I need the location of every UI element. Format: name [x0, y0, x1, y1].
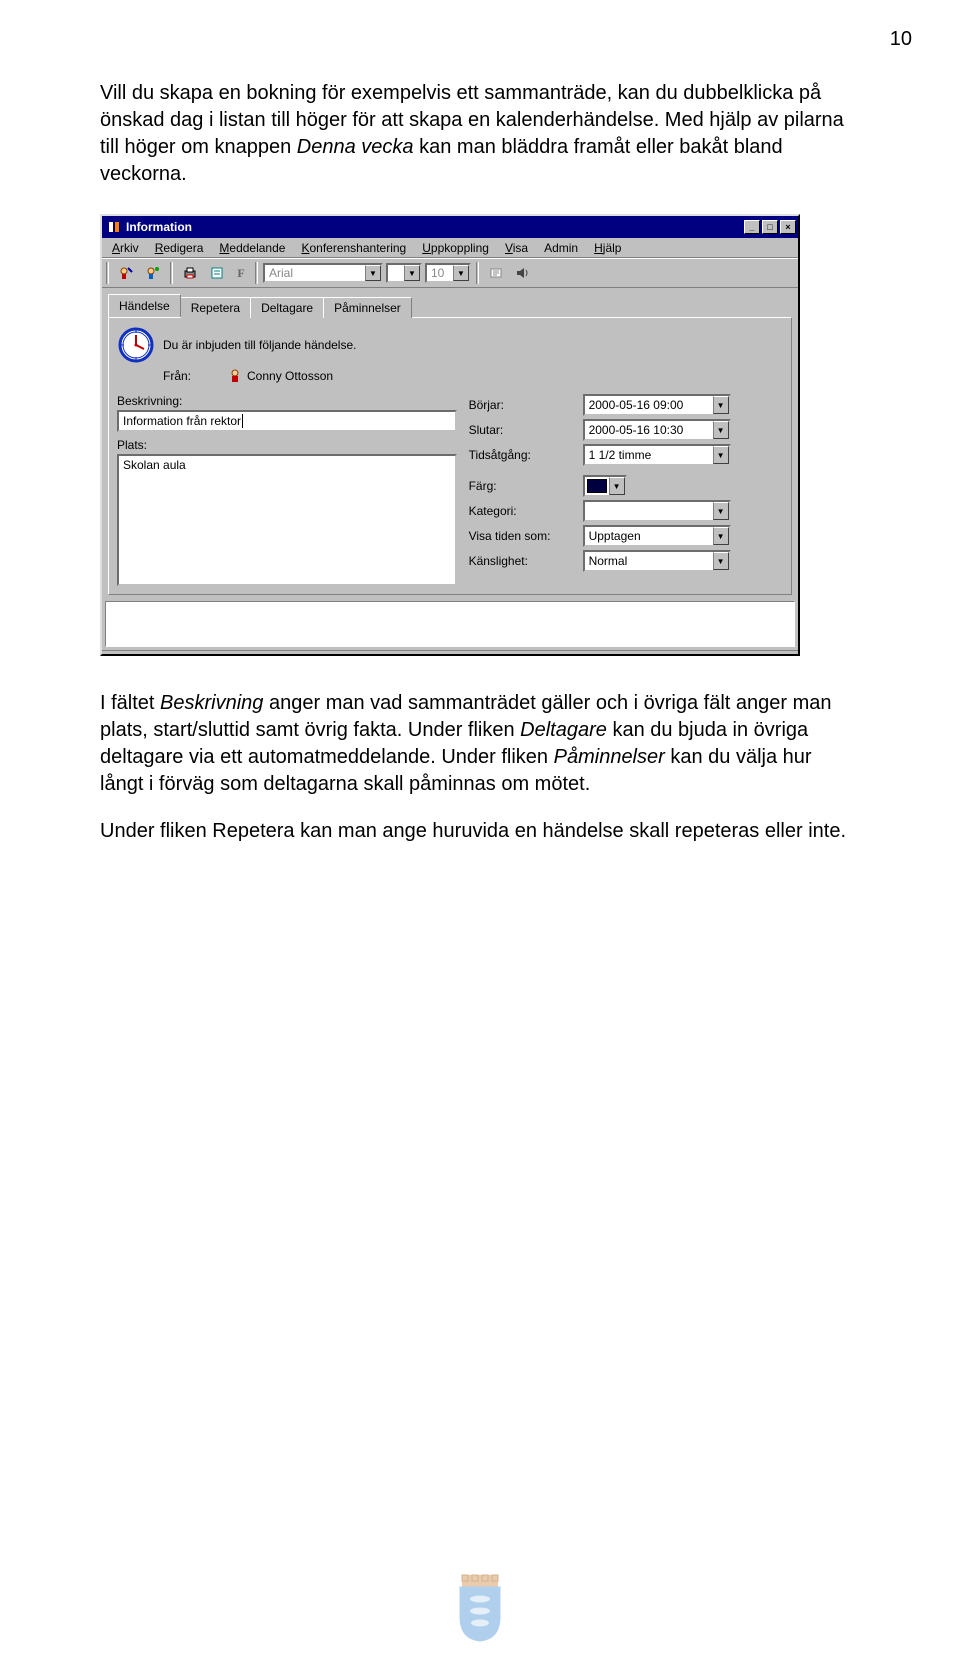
farg-label: Färg:: [469, 479, 579, 493]
plats-label: Plats:: [117, 438, 457, 452]
color-swatch: [587, 479, 607, 493]
menu-admin[interactable]: Admin: [538, 240, 584, 256]
page-number: 10: [890, 28, 912, 51]
tab-handelse[interactable]: Händelse: [108, 294, 181, 317]
font-select[interactable]: Arial ▼: [263, 263, 383, 283]
titlebar[interactable]: Information _ □ ×: [102, 216, 798, 238]
beskrivning-value: Information från rektor: [123, 414, 241, 428]
toolbar-divider: [106, 262, 109, 284]
chevron-down-icon: ▼: [365, 265, 381, 281]
chevron-down-icon: ▼: [713, 396, 729, 414]
toolbar-divider: [170, 262, 173, 284]
para-3: Under fliken Repetera kan man ange huruv…: [100, 818, 860, 845]
invitation-text: Du är inbjuden till följande händelse.: [163, 338, 356, 352]
toolbar-divider: [476, 262, 479, 284]
tab-panel-handelse: Du är inbjuden till följande händelse. F…: [108, 317, 792, 595]
status-area: [105, 601, 795, 647]
footer-crest-icon: [450, 1573, 510, 1648]
visa-tiden-label: Visa tiden som:: [469, 529, 579, 543]
kanslighet-value: Normal: [589, 554, 628, 568]
tab-deltagare[interactable]: Deltagare: [250, 297, 324, 318]
font-name: Arial: [269, 266, 293, 280]
italic-deltagare: Deltagare: [520, 719, 607, 741]
tidsatgang-label: Tidsåtgång:: [469, 448, 579, 462]
toolbar: F Arial ▼ ▼ 10 ▼: [102, 258, 798, 288]
information-window: Information _ □ × Arkiv Redigera Meddela…: [100, 214, 800, 656]
window-border: [102, 650, 798, 654]
minimize-button[interactable]: _: [744, 220, 760, 234]
font-size: 10: [431, 266, 444, 280]
para-2: I fältet Beskrivning anger man vad samma…: [100, 690, 860, 798]
italic-beskrivning: Beskrivning: [160, 692, 263, 714]
tab-paminnelser[interactable]: Påminnelser: [323, 297, 412, 318]
chevron-down-icon: ▼: [609, 477, 625, 495]
chevron-down-icon: ▼: [713, 421, 729, 439]
slutar-value: 2000-05-16 10:30: [589, 423, 684, 437]
visa-tiden-value: Upptagen: [589, 529, 641, 543]
kategori-combo[interactable]: ▼: [583, 500, 731, 522]
menu-hjalp[interactable]: Hjälp: [588, 240, 627, 256]
menu-redigera[interactable]: Redigera: [149, 240, 210, 256]
font-style-select[interactable]: ▼: [386, 263, 422, 283]
toolbar-btn-5[interactable]: [484, 262, 508, 284]
tab-strip: Händelse Repetera Deltagare Påminnelser: [102, 288, 798, 317]
font-size-select[interactable]: 10 ▼: [425, 263, 471, 283]
chevron-down-icon: ▼: [713, 527, 729, 545]
slutar-label: Slutar:: [469, 423, 579, 437]
toolbar-divider: [255, 262, 258, 284]
bold-button[interactable]: F: [232, 262, 250, 284]
menu-uppkoppling[interactable]: Uppkoppling: [416, 240, 495, 256]
maximize-button[interactable]: □: [762, 220, 778, 234]
menu-bar: Arkiv Redigera Meddelande Konferenshante…: [102, 238, 798, 258]
kanslighet-label: Känslighet:: [469, 554, 579, 568]
chevron-down-icon: ▼: [713, 552, 729, 570]
beskrivning-input[interactable]: Information från rektor: [117, 410, 457, 432]
intro-paragraph-1: Vill du skapa en bokning för exempelvis …: [100, 80, 860, 188]
text: I fältet: [100, 692, 160, 714]
slutar-combo[interactable]: 2000-05-16 10:30 ▼: [583, 419, 731, 441]
chevron-down-icon: ▼: [404, 265, 420, 281]
toolbar-btn-1[interactable]: [114, 262, 138, 284]
print-icon[interactable]: [178, 262, 202, 284]
tidsatgang-value: 1 1/2 timme: [589, 448, 652, 462]
beskrivning-label: Beskrivning:: [117, 394, 457, 408]
kanslighet-combo[interactable]: Normal ▼: [583, 550, 731, 572]
kategori-label: Kategori:: [469, 504, 579, 518]
italic-paminnelser: Påminnelser: [554, 746, 665, 768]
toolbar-btn-2[interactable]: [141, 262, 165, 284]
chevron-down-icon: ▼: [713, 502, 729, 520]
toolbar-btn-4[interactable]: [205, 262, 229, 284]
from-value: Conny Ottosson: [247, 369, 333, 383]
borjar-combo[interactable]: 2000-05-16 09:00 ▼: [583, 394, 731, 416]
italic-denna-vecka: Denna vecka: [297, 136, 414, 158]
clock-icon: [117, 326, 155, 364]
chevron-down-icon: ▼: [453, 265, 469, 281]
menu-arkiv[interactable]: Arkiv: [106, 240, 145, 256]
borjar-value: 2000-05-16 09:00: [589, 398, 684, 412]
from-label: Från:: [163, 369, 217, 383]
window-title: Information: [126, 220, 744, 234]
borjar-label: Börjar:: [469, 398, 579, 412]
chevron-down-icon: ▼: [713, 446, 729, 464]
plats-value: Skolan aula: [123, 458, 186, 472]
close-button[interactable]: ×: [780, 220, 796, 234]
sound-icon[interactable]: [511, 262, 535, 284]
menu-konferenshantering[interactable]: Konferenshantering: [295, 240, 412, 256]
person-icon: [227, 368, 243, 384]
visa-tiden-combo[interactable]: Upptagen ▼: [583, 525, 731, 547]
menu-meddelande[interactable]: Meddelande: [213, 240, 291, 256]
tab-repetera[interactable]: Repetera: [180, 297, 251, 318]
menu-visa[interactable]: Visa: [499, 240, 534, 256]
app-icon: [106, 219, 122, 235]
plats-textarea[interactable]: Skolan aula: [117, 454, 457, 586]
farg-combo[interactable]: ▼: [583, 475, 627, 497]
tidsatgang-combo[interactable]: 1 1/2 timme ▼: [583, 444, 731, 466]
